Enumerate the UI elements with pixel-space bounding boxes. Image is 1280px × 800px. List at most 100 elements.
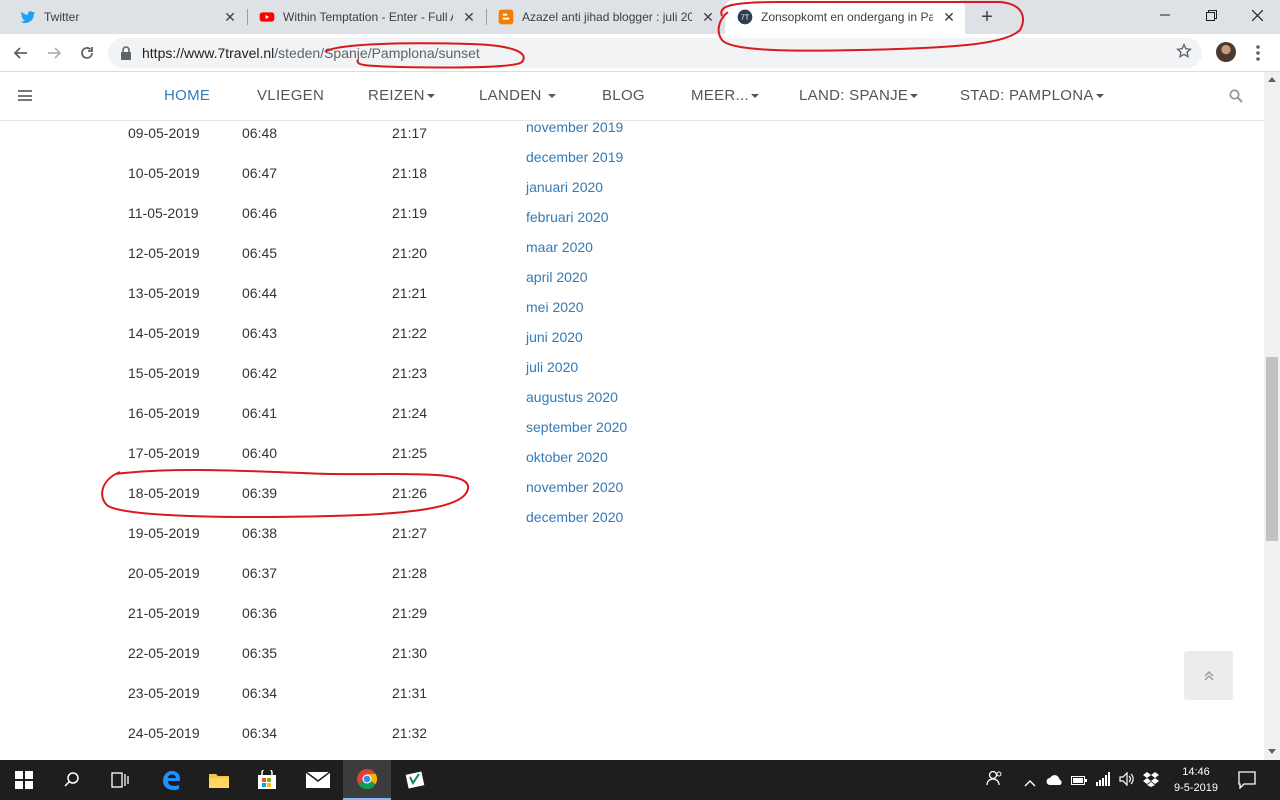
clock-date: 9-5-2019 (1173, 782, 1219, 794)
tab-blogger[interactable]: Azazel anti jihad blogger : juli 20 ✕ (486, 0, 724, 34)
cell-date: 16-05-2019 (128, 405, 200, 421)
task-view-icon[interactable] (96, 760, 144, 800)
close-tab-icon[interactable]: ✕ (700, 9, 716, 25)
month-link[interactable]: oktober 2020 (526, 449, 608, 465)
cell-sunrise: 06:34 (242, 685, 278, 701)
tab-twitter[interactable]: Twitter ✕ (8, 0, 246, 34)
cell-sunset: 21:26 (392, 485, 428, 501)
month-link[interactable]: mei 2020 (526, 299, 584, 315)
bookmark-star-icon[interactable] (1176, 43, 1192, 59)
month-link[interactable]: juli 2020 (526, 359, 578, 375)
close-tab-icon[interactable]: ✕ (941, 9, 957, 25)
battery-icon[interactable] (1071, 773, 1087, 789)
month-link[interactable]: december 2020 (526, 509, 623, 525)
table-row: 09-05-2019 06:48 21:17 (0, 125, 500, 165)
page-content: 09-05-2019 06:48 21:17 10-05-2019 06:47 21:18… (0, 121, 1264, 760)
profile-avatar[interactable] (1216, 42, 1236, 62)
tray-chevron-up-icon[interactable] (1024, 774, 1036, 790)
search-icon[interactable] (1229, 89, 1243, 103)
chrome-icon[interactable] (343, 760, 391, 800)
month-link[interactable]: augustus 2020 (526, 389, 618, 405)
cell-sunrise: 06:34 (242, 725, 278, 741)
cell-sunrise: 06:42 (242, 365, 278, 381)
nav-meer[interactable]: MEER... (691, 87, 759, 104)
forward-icon[interactable] (42, 41, 66, 65)
cell-sunset: 21:30 (392, 645, 428, 661)
cell-sunset: 21:24 (392, 405, 428, 421)
month-link[interactable]: februari 2020 (526, 209, 609, 225)
store-icon[interactable] (243, 760, 291, 800)
table-row: 18-05-2019 06:39 21:26 (0, 485, 500, 525)
page-scrollbar[interactable] (1264, 72, 1280, 760)
table-row: 20-05-2019 06:37 21:28 (0, 565, 500, 605)
cell-sunrise: 06:48 (242, 125, 278, 141)
close-window-icon[interactable] (1234, 0, 1280, 30)
tab-title: Within Temptation - Enter - Full A (283, 10, 453, 24)
month-link[interactable]: april 2020 (526, 269, 588, 285)
scroll-up-arrow[interactable] (1268, 77, 1276, 82)
restore-icon[interactable] (1188, 0, 1234, 30)
nav-home[interactable]: HOME (164, 87, 210, 104)
7travel-icon: 7T (737, 9, 753, 25)
menu-kebab-icon[interactable] (1250, 43, 1266, 63)
scroll-to-top-button[interactable] (1184, 651, 1233, 700)
dropbox-icon[interactable] (1143, 771, 1159, 790)
people-icon[interactable] (986, 770, 1004, 789)
address-bar[interactable]: https://www.7travel.nl/steden/Spanje/Pam… (108, 38, 1202, 68)
url-text: https://www.7travel.nl/steden/Spanje/Pam… (142, 45, 480, 61)
table-row: 22-05-2019 06:35 21:30 (0, 645, 500, 685)
cell-sunset: 21:23 (392, 365, 428, 381)
cell-date: 09-05-2019 (128, 125, 200, 141)
lock-icon (121, 46, 131, 60)
cell-sunset: 21:27 (392, 525, 428, 541)
edge-icon[interactable] (147, 760, 195, 800)
month-link[interactable]: maar 2020 (526, 239, 593, 255)
tab-title: Azazel anti jihad blogger : juli 20 (522, 10, 692, 24)
month-link[interactable]: september 2020 (526, 419, 627, 435)
table-row: 12-05-2019 06:45 21:20 (0, 245, 500, 285)
month-link[interactable]: januari 2020 (526, 179, 603, 195)
reload-icon[interactable] (75, 41, 99, 65)
nav-reizen[interactable]: REIZEN (368, 87, 435, 104)
cell-sunrise: 06:40 (242, 445, 278, 461)
scroll-down-arrow[interactable] (1268, 749, 1276, 754)
close-tab-icon[interactable]: ✕ (461, 9, 477, 25)
tab-title: Zonsopkomt en ondergang in Pa (761, 10, 933, 24)
month-link[interactable]: juni 2020 (526, 329, 583, 345)
notification-center-icon[interactable] (1238, 771, 1256, 792)
onedrive-icon[interactable] (1046, 773, 1064, 789)
minimize-icon[interactable] (1142, 0, 1188, 30)
windows-start-icon[interactable] (0, 760, 48, 800)
nav-landen[interactable]: LANDEN (479, 87, 557, 104)
tab-7travel[interactable]: 7T Zonsopkomt en ondergang in Pa ✕ (725, 0, 965, 34)
cell-sunrise: 06:41 (242, 405, 278, 421)
nav-stad-pamplona[interactable]: STAD: PAMPLONA (960, 87, 1104, 104)
back-icon[interactable] (9, 41, 33, 65)
cell-date: 17-05-2019 (128, 445, 200, 461)
close-tab-icon[interactable]: ✕ (222, 9, 238, 25)
nav-blog[interactable]: BLOG (602, 87, 645, 104)
cell-date: 23-05-2019 (128, 685, 200, 701)
month-link[interactable]: november 2020 (526, 479, 623, 495)
volume-icon[interactable] (1119, 771, 1135, 789)
tab-youtube[interactable]: Within Temptation - Enter - Full A ✕ (247, 0, 485, 34)
nav-vliegen[interactable]: VLIEGEN (257, 87, 324, 104)
nav-land-spanje[interactable]: LAND: SPANJE (799, 87, 919, 104)
search-icon[interactable] (48, 760, 96, 800)
cell-date: 20-05-2019 (128, 565, 200, 581)
windows-taskbar: 14:46 9-5-2019 (0, 760, 1280, 800)
network-signal-icon[interactable] (1096, 772, 1110, 789)
scrollbar-thumb[interactable] (1266, 357, 1278, 541)
month-link[interactable]: december 2019 (526, 149, 623, 165)
system-clock[interactable]: 14:46 9-5-2019 (1166, 764, 1226, 796)
cell-date: 12-05-2019 (128, 245, 200, 261)
new-tab-button[interactable]: + (976, 7, 998, 27)
cell-sunset: 21:19 (392, 205, 428, 221)
mail-icon[interactable] (294, 760, 342, 800)
app-pin-icon[interactable] (391, 760, 439, 800)
cell-sunrise: 06:35 (242, 645, 278, 661)
hamburger-menu-icon[interactable] (18, 90, 32, 101)
month-link[interactable]: november 2019 (526, 121, 623, 135)
cell-sunrise: 06:43 (242, 325, 278, 341)
file-explorer-icon[interactable] (195, 760, 243, 800)
